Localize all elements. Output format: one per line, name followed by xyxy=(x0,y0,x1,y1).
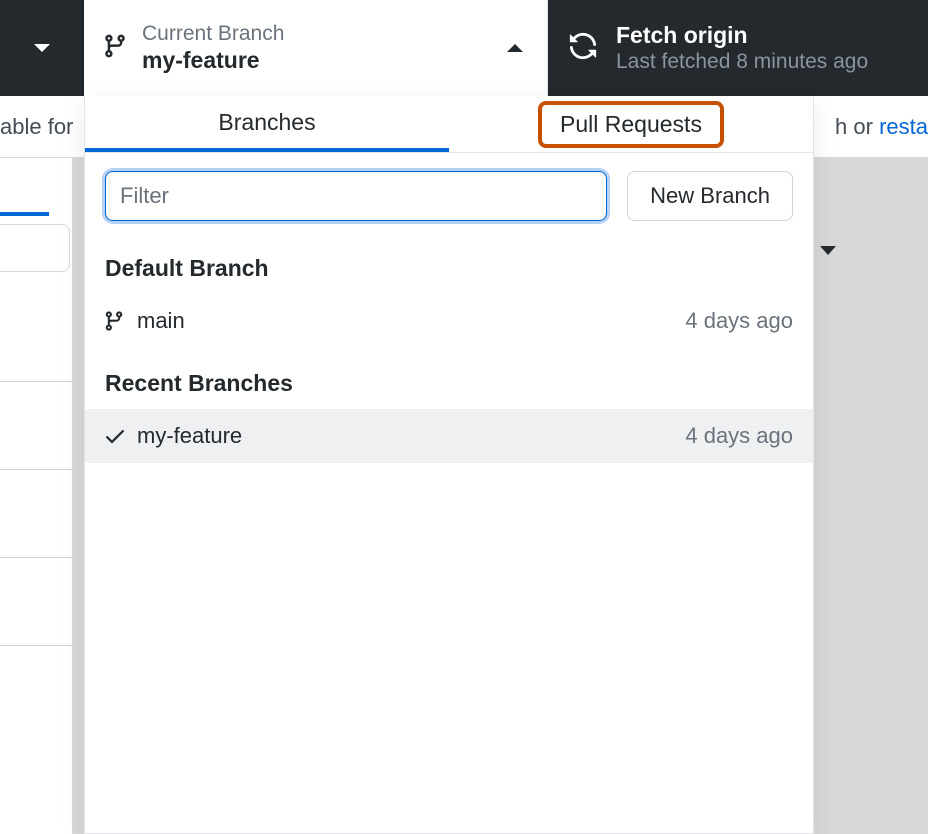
section-recent-branches: Recent Branches xyxy=(85,348,813,409)
tabs: Branches Pull Requests xyxy=(85,96,813,153)
restart-link[interactable]: resta xyxy=(879,114,928,139)
background-row xyxy=(0,470,72,558)
fetch-text: Fetch origin Last fetched 8 minutes ago xyxy=(616,21,868,76)
background-row xyxy=(0,382,72,470)
branch-name: main xyxy=(137,308,685,334)
bg-text-left: able for xyxy=(0,114,73,140)
branch-row-my-feature[interactable]: my-feature 4 days ago xyxy=(85,409,813,463)
tab-pull-requests[interactable]: Pull Requests xyxy=(449,96,813,152)
caret-up-icon xyxy=(507,44,523,52)
branch-time: 4 days ago xyxy=(685,423,793,449)
fetch-origin-button[interactable]: Fetch origin Last fetched 8 minutes ago xyxy=(548,0,928,96)
tab-pull-requests-label: Pull Requests xyxy=(538,101,724,148)
fetch-subtitle: Last fetched 8 minutes ago xyxy=(616,49,868,75)
branch-name: my-feature xyxy=(137,423,685,449)
branch-dropdown-panel: Branches Pull Requests New Branch Defaul… xyxy=(84,96,814,834)
tab-branches-label: Branches xyxy=(218,109,315,136)
background-sidebar-input xyxy=(0,224,70,272)
caret-down-icon xyxy=(34,44,50,52)
new-branch-button[interactable]: New Branch xyxy=(627,171,793,221)
bg-text-right: h or resta xyxy=(835,114,928,140)
branch-text: Current Branch my-feature xyxy=(142,21,507,75)
tab-branches[interactable]: Branches xyxy=(85,96,449,152)
background-row xyxy=(0,294,72,382)
branch-label: Current Branch xyxy=(142,21,507,46)
current-branch-dropdown[interactable]: Current Branch my-feature xyxy=(84,0,548,96)
repo-dropdown[interactable] xyxy=(0,0,84,96)
background-sidebar-tab xyxy=(0,158,49,216)
branch-time: 4 days ago xyxy=(685,308,793,334)
branch-name: my-feature xyxy=(142,46,507,75)
fetch-title: Fetch origin xyxy=(616,21,868,50)
background-row xyxy=(0,558,72,646)
section-default-branch: Default Branch xyxy=(85,233,813,294)
check-icon xyxy=(103,424,137,448)
git-branch-icon xyxy=(102,31,128,66)
sync-icon xyxy=(568,31,598,66)
filter-row: New Branch xyxy=(85,153,813,233)
git-branch-icon xyxy=(103,309,137,333)
branch-row-main[interactable]: main 4 days ago xyxy=(85,294,813,348)
filter-input[interactable] xyxy=(105,171,607,221)
background-caret-icon xyxy=(820,246,836,255)
topbar: Current Branch my-feature Fetch origin L… xyxy=(0,0,928,96)
